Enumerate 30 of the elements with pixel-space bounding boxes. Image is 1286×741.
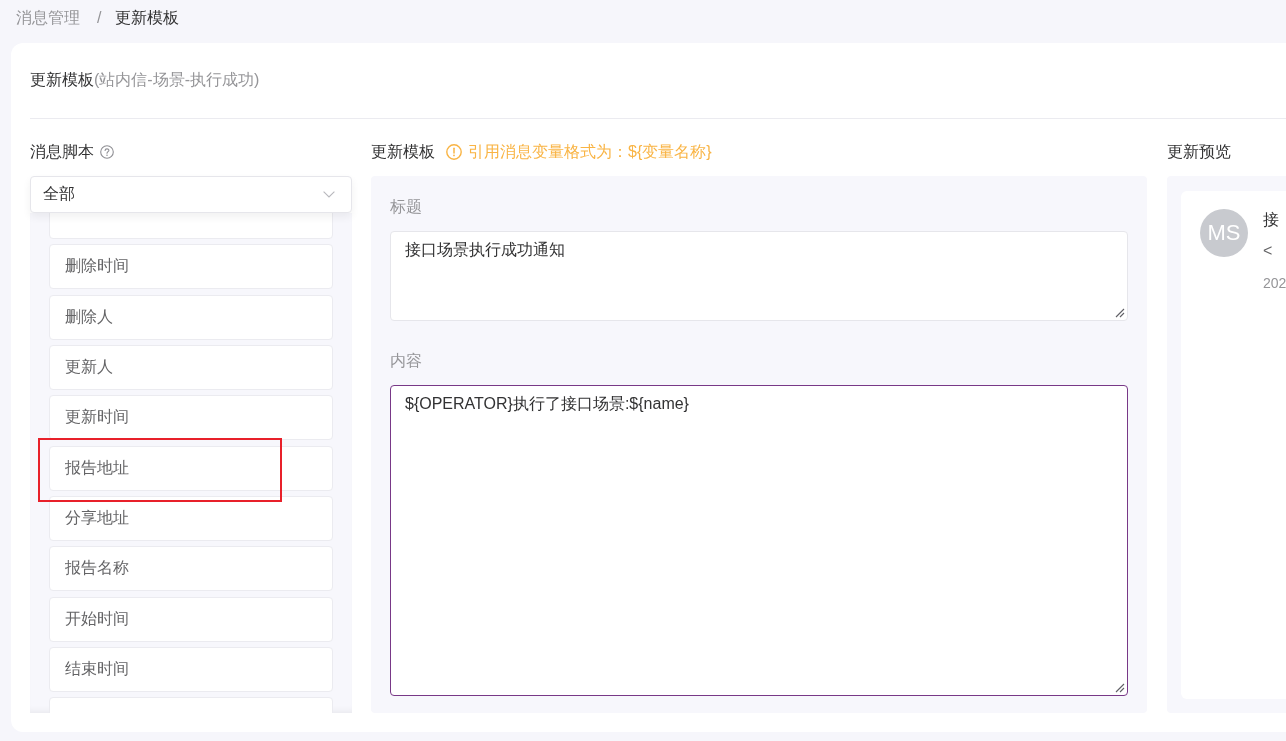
script-item[interactable]: 报告名称 <box>49 546 333 592</box>
variable-format-hint: 引用消息变量格式为：${变量名称} <box>468 141 712 162</box>
script-item[interactable]: 报告地址 <box>49 445 333 491</box>
script-item[interactable]: 删除时间 <box>49 244 333 290</box>
script-item[interactable]: 结束时间 <box>49 646 333 692</box>
column-title: 更新模板 <box>371 141 435 162</box>
script-item[interactable]: 分享地址 <box>49 495 333 541</box>
preview-text: 202 <box>1263 274 1286 293</box>
help-icon[interactable] <box>100 145 114 159</box>
script-item[interactable]: 删除人 <box>49 294 333 340</box>
text-field[interactable]: 接口场景执行成功通知 <box>390 231 1128 321</box>
script-item[interactable]: 开始时间 <box>49 596 333 642</box>
field-label: 内容 <box>390 351 423 371</box>
card-subtitle: (站内信-场景-执行成功) <box>94 70 260 90</box>
chevron-down-icon <box>323 191 335 198</box>
field-label: 标题 <box>390 197 423 217</box>
breadcrumb-item: 更新模板 <box>115 7 180 28</box>
text-field[interactable]: ${OPERATOR}执行了接口场景:${name} <box>390 385 1128 696</box>
preview-text: < <box>1263 241 1273 261</box>
resize-handle-icon[interactable] <box>1115 308 1125 318</box>
card-title: 更新模板 <box>30 70 94 90</box>
script-item[interactable]: 更新时间 <box>49 395 333 441</box>
script-item[interactable]: 更新人 <box>49 345 333 390</box>
column-title: 更新预览 <box>1167 141 1231 162</box>
warning-icon <box>446 144 462 160</box>
resize-handle-icon[interactable] <box>1115 683 1125 693</box>
script-filter-select[interactable]: 全部 <box>30 176 352 213</box>
breadcrumb-separator: / <box>97 9 102 27</box>
column-title: 消息脚本 <box>30 141 94 162</box>
preview-text: 接 <box>1263 210 1279 230</box>
